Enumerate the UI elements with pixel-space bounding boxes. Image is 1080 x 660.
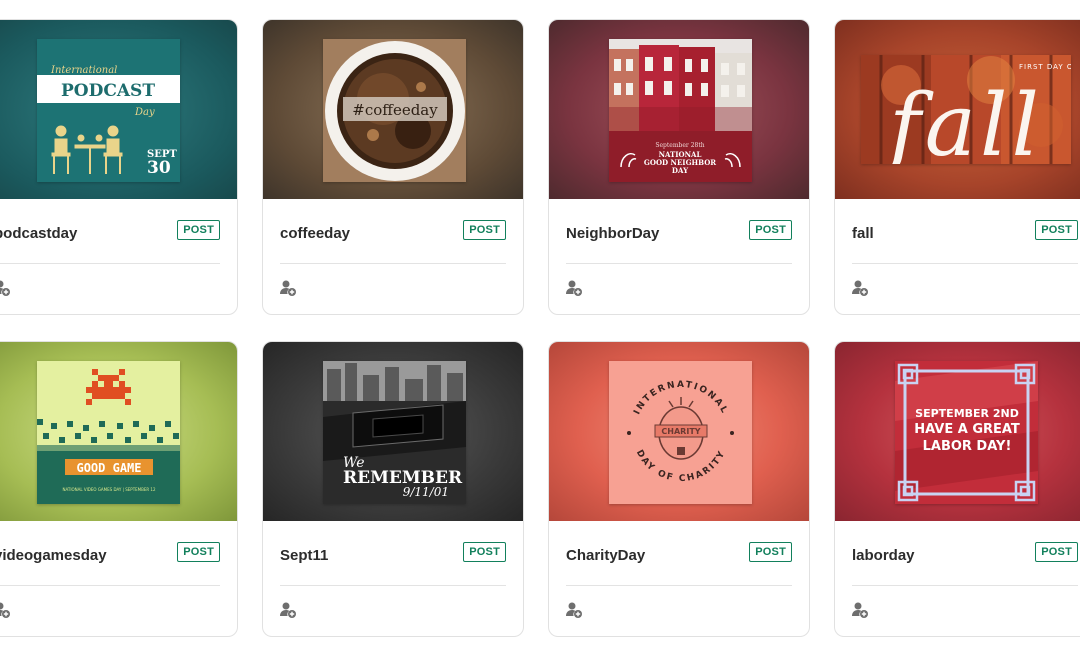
- content-card[interactable]: #coffeeday coffeeday POST: [262, 19, 524, 315]
- content-card[interactable]: SEPTEMBER 2ND HAVE A GREAT LABOR DAY! la…: [834, 341, 1080, 637]
- card-title[interactable]: videogamesday: [0, 547, 107, 564]
- assign-user-icon[interactable]: [279, 279, 297, 297]
- content-card[interactable]: We REMEMBER 9/11/01 Sept11 POST: [262, 341, 524, 637]
- svg-text:9/11/01: 9/11/01: [403, 485, 449, 499]
- svg-text:HAVE A GREAT: HAVE A GREAT: [914, 422, 1020, 437]
- card-thumbnail[interactable]: GOOD GAME NATIONAL VIDEO GAMES DAY | SEP…: [0, 342, 237, 521]
- svg-text:FIRST DAY OF: FIRST DAY OF: [1019, 63, 1071, 71]
- svg-text:LABOR DAY!: LABOR DAY!: [923, 439, 1012, 454]
- card-thumbnail[interactable]: SEPTEMBER 2ND HAVE A GREAT LABOR DAY!: [835, 342, 1080, 521]
- card-thumbnail[interactable]: International PODCAST Day SEPT 30: [0, 20, 237, 199]
- assign-user-icon[interactable]: [565, 279, 583, 297]
- content-card[interactable]: FIRST DAY OF fall fall POST: [834, 19, 1080, 315]
- sept11-artwork: We REMEMBER 9/11/01: [323, 361, 466, 504]
- post-badge: POST: [1035, 220, 1078, 240]
- assign-user-icon[interactable]: [851, 601, 869, 619]
- card-title[interactable]: CharityDay: [566, 547, 645, 564]
- card-thumbnail[interactable]: #coffeeday: [263, 20, 523, 199]
- post-badge: POST: [749, 220, 792, 240]
- svg-text:International: International: [50, 65, 117, 76]
- card-title[interactable]: laborday: [852, 547, 915, 564]
- assign-user-icon[interactable]: [0, 601, 11, 619]
- assign-user-icon[interactable]: [565, 601, 583, 619]
- card-divider: [852, 585, 1078, 586]
- svg-text:Day: Day: [134, 107, 155, 118]
- svg-text:fall: fall: [883, 76, 1043, 164]
- svg-text:NATIONAL VIDEO GAMES DAY | SEP: NATIONAL VIDEO GAMES DAY | SEPTEMBER 12: [62, 487, 156, 492]
- charity-artwork: INTERNATIONAL DAY OF CHARITY CHARITY: [609, 361, 752, 504]
- neighbor-artwork: September 28th NATIONAL GOOD NEIGHBOR DA…: [609, 39, 752, 182]
- card-title[interactable]: coffeeday: [280, 225, 350, 242]
- content-card[interactable]: International PODCAST Day SEPT 30 podcas…: [0, 19, 238, 315]
- card-title[interactable]: Sept11: [280, 547, 328, 564]
- card-divider: [0, 585, 220, 586]
- card-title[interactable]: fall: [852, 225, 874, 242]
- post-badge: POST: [177, 220, 220, 240]
- card-thumbnail[interactable]: INTERNATIONAL DAY OF CHARITY CHARITY: [549, 342, 809, 521]
- post-badge: POST: [1035, 542, 1078, 562]
- card-divider: [566, 263, 792, 264]
- svg-text:DAY: DAY: [672, 166, 689, 175]
- card-thumbnail[interactable]: FIRST DAY OF fall: [835, 20, 1080, 199]
- assign-user-icon[interactable]: [0, 279, 11, 297]
- podcast-artwork: International PODCAST Day SEPT 30: [37, 39, 180, 182]
- videogame-artwork: GOOD GAME NATIONAL VIDEO GAMES DAY | SEP…: [37, 361, 180, 504]
- assign-user-icon[interactable]: [851, 279, 869, 297]
- post-badge: POST: [463, 542, 506, 562]
- laborday-artwork: SEPTEMBER 2ND HAVE A GREAT LABOR DAY!: [895, 361, 1038, 504]
- svg-text:30: 30: [147, 158, 171, 178]
- content-card[interactable]: INTERNATIONAL DAY OF CHARITY CHARITY Cha…: [548, 341, 810, 637]
- svg-text:GOOD GAME: GOOD GAME: [76, 461, 141, 475]
- card-divider: [280, 585, 506, 586]
- card-divider: [566, 585, 792, 586]
- svg-text:September 28th: September 28th: [655, 142, 704, 149]
- post-badge: POST: [463, 220, 506, 240]
- card-title[interactable]: podcastday: [0, 225, 77, 242]
- coffee-artwork: #coffeeday: [323, 39, 466, 182]
- post-badge: POST: [177, 542, 220, 562]
- card-title[interactable]: NeighborDay: [566, 225, 659, 242]
- svg-text:PODCAST: PODCAST: [61, 81, 155, 101]
- svg-text:CHARITY: CHARITY: [661, 427, 700, 436]
- card-divider: [280, 263, 506, 264]
- post-badge: POST: [749, 542, 792, 562]
- assign-user-icon[interactable]: [279, 601, 297, 619]
- svg-text:#coffeeday: #coffeeday: [352, 101, 438, 119]
- content-card[interactable]: GOOD GAME NATIONAL VIDEO GAMES DAY | SEP…: [0, 341, 238, 637]
- content-grid: International PODCAST Day SEPT 30 podcas…: [0, 0, 1080, 660]
- card-divider: [0, 263, 220, 264]
- svg-text:SEPTEMBER 2ND: SEPTEMBER 2ND: [915, 407, 1019, 420]
- fall-artwork: FIRST DAY OF fall: [861, 55, 1071, 164]
- card-divider: [852, 263, 1078, 264]
- card-thumbnail[interactable]: September 28th NATIONAL GOOD NEIGHBOR DA…: [549, 20, 809, 199]
- card-thumbnail[interactable]: We REMEMBER 9/11/01: [263, 342, 523, 521]
- content-card[interactable]: September 28th NATIONAL GOOD NEIGHBOR DA…: [548, 19, 810, 315]
